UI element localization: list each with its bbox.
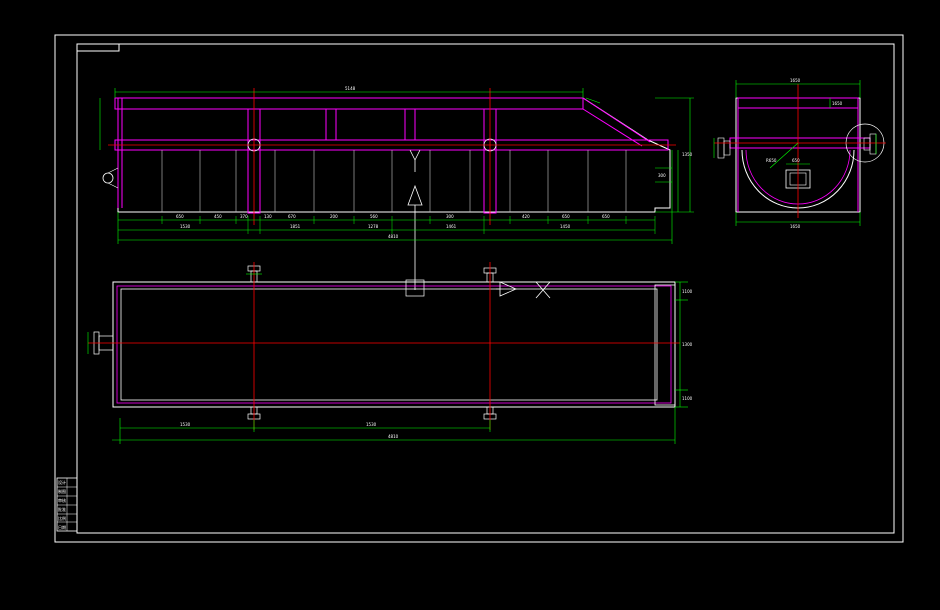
front-dim-r1-9: 420 [522,214,530,219]
plan-dim-bottom-2: 1530 [366,422,377,427]
front-dim-r1-1: 650 [176,214,184,219]
plan-dim-right-1: 1100 [682,289,693,294]
title-row-2: 制图 [58,488,66,494]
front-dim-total: 4810 [388,234,399,239]
plan-view-outline [112,281,676,408]
plan-cross-mark [535,281,551,299]
front-dim-r1-3: 370 [240,214,248,219]
title-row-1: 设计 [58,479,66,485]
front-dim-right-1: 1350 [682,152,693,157]
frame-posts [117,98,497,214]
front-dim-r2-1: 1530 [180,224,191,229]
front-view-outline [117,97,671,213]
title-row-6: 日期 [58,524,66,530]
front-dim-r1-7: 560 [370,214,378,219]
front-dim-r2-3: 1278 [368,224,379,229]
side-dim-inner: 650 [792,158,800,163]
front-dim-r1-2: 450 [214,214,222,219]
front-dim-ticks [161,216,656,234]
plan-view: 1530 1530 4810 1100 1300 1100 [87,262,693,444]
side-flange-right [863,133,877,155]
side-dim-top: 1650 [790,78,801,83]
lifting-lug [102,172,114,184]
side-dim-radius: R650 [766,158,777,163]
plan-end-box [654,284,676,406]
front-dim-r2-2: 1851 [290,224,301,229]
front-dim-r1-11: 650 [602,214,610,219]
side-dim-right: 1650 [832,101,843,106]
front-dim-r1-6: 200 [330,214,338,219]
side-dim-bottom: 1650 [790,224,801,229]
front-dim-r1-8: 300 [446,214,454,219]
front-view: 5148 650 450 370 130 670 200 560 300 420… [99,86,694,290]
sheet-border [54,34,904,543]
front-dim-top: 5148 [345,86,356,91]
title-block: 设计 制图 审核 批准 比例 日期 [56,477,78,532]
title-row-5: 比例 [58,515,66,521]
plan-dim-right-3: 1100 [682,396,693,401]
front-dim-r2-4: 1461 [446,224,457,229]
title-row-3: 审核 [58,497,66,503]
plan-centerlines [88,262,680,430]
front-dimensions [99,88,694,244]
title-row-4: 批准 [58,506,66,512]
plan-dim-bottom-1: 1530 [180,422,191,427]
side-flange-left [717,137,731,159]
front-dim-r1-10: 650 [562,214,570,219]
top-rail [114,97,669,151]
side-view: 1650 650 R650 1650 1650 [713,78,886,229]
plan-dimensions [87,273,688,444]
plan-dim-total: 4810 [388,434,399,439]
front-dim-r2-5: 1450 [560,224,571,229]
panel-divisions [161,150,627,212]
front-dim-r1-4: 130 [264,214,272,219]
front-dim-r1-5: 670 [288,214,296,219]
plan-dim-right-2: 1300 [682,342,693,347]
front-dim-right-2: 300 [658,173,666,178]
cad-drawing: 设计 制图 审核 批准 比例 日期 5148 650 450 370 130 6… [54,34,904,543]
